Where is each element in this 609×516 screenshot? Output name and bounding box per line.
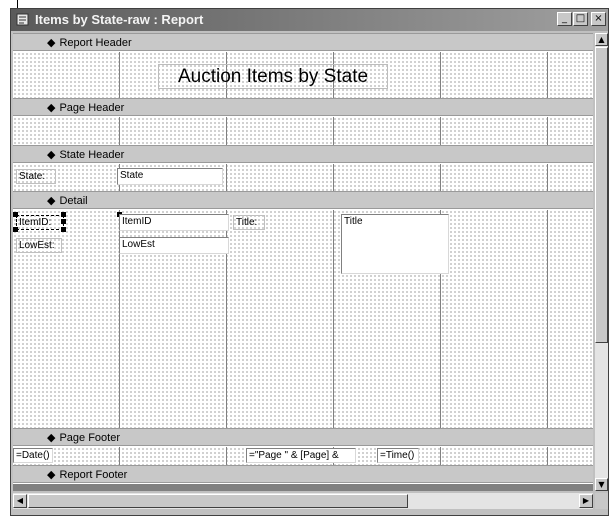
horizontal-scrollbar[interactable]: ◀ ▶ xyxy=(13,493,593,509)
scroll-right-button[interactable]: ▶ xyxy=(579,494,593,508)
section-band-icon: ◆ xyxy=(47,469,56,481)
selection-handle[interactable] xyxy=(61,227,66,232)
scroll-up-button[interactable]: ▲ xyxy=(595,33,608,46)
band-report-footer[interactable]: ◆ Report Footer xyxy=(13,465,593,483)
band-label: Report Footer xyxy=(59,469,128,481)
band-page-header[interactable]: ◆ Page Header xyxy=(13,98,593,116)
section-band-icon: ◆ xyxy=(47,37,56,49)
band-label: State Header xyxy=(59,149,125,161)
title-field[interactable]: Title xyxy=(341,214,449,274)
section-band-icon: ◆ xyxy=(47,195,56,207)
section-band-icon: ◆ xyxy=(47,432,56,444)
minimize-button[interactable]: _ xyxy=(557,12,572,26)
report-window: Items by State-raw : Report _ □ × ◆ Repor… xyxy=(10,8,609,516)
maximize-button[interactable]: □ xyxy=(573,12,588,26)
selection-handle[interactable] xyxy=(13,212,18,217)
page-header-section[interactable] xyxy=(13,117,593,145)
time-field[interactable]: =Time() xyxy=(377,448,419,463)
size-grip[interactable] xyxy=(595,493,608,509)
empty-area xyxy=(13,484,593,491)
detail-section[interactable]: ItemID: ItemID LowEst: LowEst Title: Tit… xyxy=(13,210,593,428)
vertical-scroll-thumb[interactable] xyxy=(595,47,608,343)
state-field[interactable]: State xyxy=(117,168,223,185)
title-bar[interactable]: Items by State-raw : Report _ □ × xyxy=(11,9,608,31)
selection-handle[interactable] xyxy=(61,219,66,224)
page-number-field[interactable]: ="Page " & [Page] & xyxy=(246,448,356,463)
band-label: Detail xyxy=(59,195,88,207)
band-report-header[interactable]: ◆ Report Header xyxy=(13,33,593,51)
state-label[interactable]: State: xyxy=(16,169,56,184)
scroll-left-button[interactable]: ◀ xyxy=(13,494,27,508)
section-band-icon: ◆ xyxy=(47,149,56,161)
band-detail[interactable]: ◆ Detail xyxy=(13,191,593,209)
itemid-label[interactable]: ItemID: xyxy=(16,215,64,230)
report-title[interactable]: Auction Items by State xyxy=(158,64,388,89)
page-footer-section[interactable]: =Date() ="Page " & [Page] & =Time() xyxy=(13,447,593,465)
selection-handle[interactable] xyxy=(61,212,66,217)
date-field[interactable]: =Date() xyxy=(13,448,53,463)
horizontal-scroll-thumb[interactable] xyxy=(28,494,408,508)
band-state-header[interactable]: ◆ State Header xyxy=(13,145,593,163)
section-band-icon: ◆ xyxy=(47,102,56,114)
close-button[interactable]: × xyxy=(591,12,606,26)
report-design-surface[interactable]: ◆ Report Header Auction Items by State ◆ P… xyxy=(13,33,593,491)
band-page-footer[interactable]: ◆ Page Footer xyxy=(13,428,593,446)
vertical-scrollbar[interactable]: ▲ ▼ xyxy=(595,33,608,491)
lowest-label[interactable]: LowEst: xyxy=(16,238,62,253)
band-label: Page Footer xyxy=(59,432,121,444)
scroll-down-button[interactable]: ▼ xyxy=(595,478,608,491)
window-title: Items by State-raw : Report xyxy=(35,12,204,27)
lowest-field[interactable]: LowEst xyxy=(119,237,229,254)
itemid-field[interactable]: ItemID xyxy=(119,214,229,231)
band-label: Report Header xyxy=(59,37,132,49)
band-label: Page Header xyxy=(59,102,125,114)
report-icon xyxy=(16,13,29,26)
selection-handle[interactable] xyxy=(13,227,18,232)
state-header-section[interactable]: State: State xyxy=(13,164,593,191)
title-label[interactable]: Title: xyxy=(233,215,265,230)
report-header-section[interactable]: Auction Items by State xyxy=(13,52,593,98)
